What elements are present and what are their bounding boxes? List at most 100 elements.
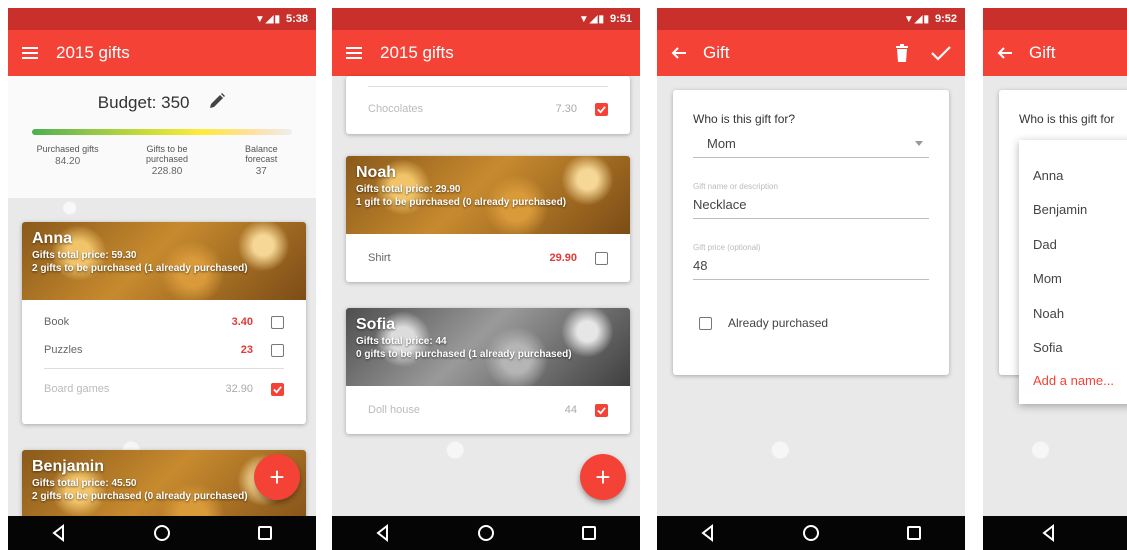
purchased-checkbox-checked[interactable]: [595, 102, 608, 116]
purchase-summary: 1 gift to be purchased (0 already purcha…: [356, 197, 567, 208]
total-price: Gifts total price: 44: [356, 336, 447, 347]
dropdown-arrow-icon: [915, 141, 923, 146]
person-card-sofia[interactable]: Sofia Gifts total price: 44 0 gifts to b…: [346, 308, 630, 434]
stat-value: 37: [255, 166, 267, 177]
budget-stats: Purchased gifts 84.20 Gifts to be purcha…: [18, 144, 306, 177]
add-gift-button[interactable]: +: [580, 454, 626, 500]
delete-trash-icon[interactable]: [895, 44, 909, 62]
budget-heading: Budget: 350: [8, 92, 316, 113]
total-price: Gifts total price: 59.30: [32, 250, 137, 261]
dropdown-option[interactable]: Anna: [1019, 158, 1127, 193]
android-nav-bar: [332, 516, 640, 550]
dropdown-option[interactable]: Dad: [1019, 227, 1127, 262]
stat-purchased: Purchased gifts 84.20: [33, 144, 103, 177]
person-name: Sofia: [356, 316, 396, 333]
recipient-underline: [693, 157, 929, 158]
recipient-dropdown-menu: Anna Benjamin Dad Mom Noah Sofia Add a n…: [1019, 140, 1127, 404]
budget-progress-bar: [32, 129, 292, 135]
background: [332, 76, 640, 516]
card-partial-top[interactable]: Chocolates 7.30: [346, 76, 630, 134]
back-arrow-icon[interactable]: [997, 46, 1013, 60]
phone-screen-1: ▼◢▮ 5:38 2015 gifts Budget: 350 Purchase…: [8, 8, 316, 550]
app-title: 2015 gifts: [380, 43, 454, 62]
dropdown-option[interactable]: Benjamin: [1019, 193, 1127, 228]
plus-icon: +: [269, 461, 285, 492]
gift-price-input[interactable]: 48: [693, 258, 929, 273]
app-title: 2015 gifts: [56, 43, 130, 62]
plus-icon: +: [595, 461, 611, 492]
recents-nav-icon[interactable]: [579, 523, 599, 543]
android-nav-bar: [983, 516, 1127, 550]
gift-row[interactable]: Book 3.40: [22, 308, 306, 336]
back-nav-icon[interactable]: [1039, 523, 1059, 543]
app-bar: 2015 gifts: [8, 30, 316, 76]
purchased-checkbox[interactable]: [271, 315, 284, 329]
recipient-label: Who is this gift for?: [693, 112, 796, 126]
gift-row[interactable]: Puzzles 23: [22, 336, 306, 364]
recents-nav-icon[interactable]: [255, 523, 275, 543]
gift-row[interactable]: Shirt 29.90: [346, 244, 630, 272]
person-card-anna[interactable]: Anna Gifts total price: 59.30 2 gifts to…: [22, 222, 306, 424]
gift-price-field[interactable]: Gift price (optional) 48: [693, 243, 929, 280]
home-nav-icon[interactable]: [476, 523, 496, 543]
gift-price-underline: [693, 279, 929, 280]
home-nav-icon[interactable]: [152, 523, 172, 543]
gift-name: Book: [44, 316, 70, 328]
status-bar: ▼◢▮ 9:51: [332, 8, 640, 30]
gift-row-purchased[interactable]: Board games 32.90: [22, 375, 306, 403]
menu-icon[interactable]: [346, 46, 362, 60]
dropdown-option[interactable]: Noah: [1019, 296, 1127, 331]
recipient-value: Mom: [707, 136, 736, 151]
purchase-summary: 0 gifts to be purchased (1 already purch…: [356, 349, 572, 360]
dropdown-option[interactable]: Mom: [1019, 262, 1127, 297]
budget-panel: Budget: 350 Purchased gifts 84.20 Gifts …: [8, 76, 316, 198]
purchased-checkbox[interactable]: [595, 251, 608, 265]
card-banner: Noah Gifts total price: 29.90 1 gift to …: [346, 156, 630, 234]
purchased-checkbox[interactable]: [271, 343, 284, 357]
status-bar: [983, 8, 1127, 30]
signal-battery-icon: ▼◢▮: [578, 13, 605, 25]
gift-name: Board games: [44, 383, 110, 395]
stat-value: 228.80: [151, 166, 183, 177]
status-bar: ▼◢▮ 9:52: [657, 8, 965, 30]
gift-name: Doll house: [368, 404, 420, 416]
gift-name-field[interactable]: Gift name or description Necklace: [693, 182, 929, 219]
person-card-noah[interactable]: Noah Gifts total price: 29.90 1 gift to …: [346, 156, 630, 282]
status-time: 5:38: [285, 13, 308, 25]
purchase-summary: 2 gifts to be purchased (1 already purch…: [32, 263, 248, 274]
gift-price: 7.30: [555, 103, 577, 115]
phone-screen-3: ▼◢▮ 9:52 Gift Who is this gift for? Mom …: [657, 8, 965, 550]
recents-nav-icon[interactable]: [904, 523, 924, 543]
gift-row-purchased[interactable]: Chocolates 7.30: [346, 95, 630, 123]
app-bar-actions: [895, 44, 951, 62]
purchased-checkbox-checked[interactable]: [271, 382, 284, 396]
home-nav-icon[interactable]: [801, 523, 821, 543]
back-nav-icon[interactable]: [698, 523, 718, 543]
back-arrow-icon[interactable]: [671, 46, 687, 60]
purchase-summary: 2 gifts to be purchased (0 already purch…: [32, 491, 248, 502]
back-nav-icon[interactable]: [49, 523, 69, 543]
add-name-option[interactable]: Add a name...: [1019, 365, 1127, 395]
add-gift-button[interactable]: +: [254, 454, 300, 500]
already-purchased-checkbox[interactable]: [699, 316, 712, 330]
gift-form-card: Who is this gift for? Mom Gift name or d…: [673, 90, 949, 375]
edit-pencil-icon[interactable]: [208, 92, 226, 110]
gift-name-input[interactable]: Necklace: [693, 197, 929, 212]
purchased-checkbox-checked[interactable]: [595, 403, 608, 417]
menu-icon[interactable]: [22, 46, 38, 60]
app-bar: Gift: [983, 30, 1127, 76]
stat-to-purchase: Gifts to be purchased 228.80: [132, 144, 202, 177]
app-title: Gift: [703, 43, 730, 62]
dropdown-option[interactable]: Sofia: [1019, 331, 1127, 366]
check-icon: [597, 406, 606, 415]
back-nav-icon[interactable]: [373, 523, 393, 543]
stat-balance: Balance forecast 37: [231, 144, 291, 177]
card-banner: Anna Gifts total price: 59.30 2 gifts to…: [22, 222, 306, 300]
recipient-label: Who is this gift for: [1019, 112, 1115, 126]
already-purchased-toggle[interactable]: Already purchased: [693, 316, 929, 330]
gift-name: Shirt: [368, 252, 391, 264]
recipient-select[interactable]: Mom: [693, 136, 929, 151]
save-check-icon[interactable]: [931, 45, 951, 61]
gift-price: 3.40: [231, 316, 253, 328]
gift-row-purchased[interactable]: Doll house 44: [346, 396, 630, 424]
